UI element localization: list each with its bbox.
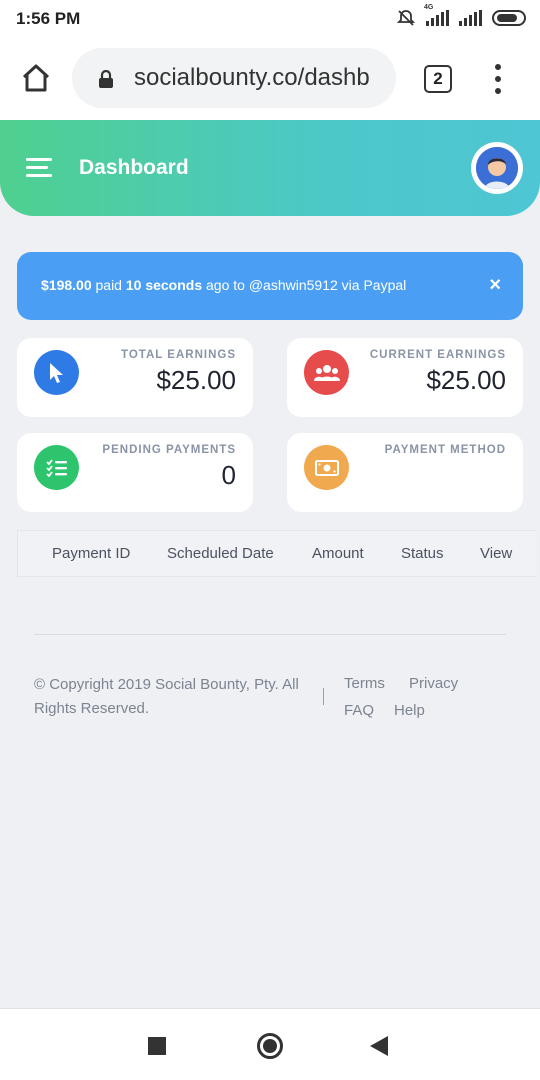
signal-icon: 4G: [424, 4, 449, 26]
checklist-icon: [34, 445, 79, 490]
alert-recipient-text: ago to @ashwin5912 via Paypal: [202, 277, 407, 293]
current-earnings-card: CURRENT EARNINGS $25.00: [287, 338, 523, 417]
copyright-text: © Copyright 2019 Social Bounty, Pty. All…: [34, 676, 299, 717]
status-icons: 4G: [396, 4, 526, 28]
app-header: Dashboard: [0, 120, 540, 216]
home-nav-icon[interactable]: [257, 1033, 283, 1059]
footer-separator: [323, 688, 324, 705]
money-icon: [304, 445, 349, 490]
payment-alert: $198.00 paid 10 seconds ago to @ashwin59…: [17, 252, 523, 320]
browser-menu-icon[interactable]: [492, 64, 504, 94]
signal-icon-2: [459, 10, 482, 26]
total-earnings-card: TOTAL EARNINGS $25.00: [17, 338, 253, 417]
network-type: 4G: [424, 4, 434, 11]
close-icon[interactable]: ×: [489, 274, 501, 297]
pending-payments-label: PENDING PAYMENTS: [102, 444, 236, 456]
footer-link-privacy[interactable]: Privacy: [409, 675, 458, 692]
recents-icon[interactable]: [148, 1037, 166, 1055]
page-title: Dashboard: [79, 156, 189, 179]
notifications-muted-icon: [396, 10, 416, 26]
column-header-status[interactable]: Status: [401, 545, 444, 562]
status-bar: 1:56 PM 4G: [0, 0, 540, 36]
user-avatar-icon: [476, 147, 518, 189]
column-header-payment-id[interactable]: Payment ID: [52, 545, 130, 562]
alert-paid-text: paid: [91, 277, 126, 293]
column-header-scheduled-date[interactable]: Scheduled Date: [167, 545, 274, 562]
alert-message: $198.00 paid 10 seconds ago to @ashwin59…: [41, 277, 406, 293]
total-earnings-value: $25.00: [156, 365, 236, 395]
payment-method-card: PAYMENT METHOD: [287, 433, 523, 512]
url-bar[interactable]: socialbounty.co/dashb: [72, 48, 396, 108]
pending-payments-value: 0: [221, 460, 236, 490]
back-icon[interactable]: [370, 1036, 388, 1056]
payment-method-label: PAYMENT METHOD: [384, 444, 506, 456]
system-navigation-bar: [0, 1008, 540, 1080]
current-earnings-value: $25.00: [426, 365, 506, 395]
column-header-amount[interactable]: Amount: [312, 545, 364, 562]
footer-link-terms[interactable]: Terms: [344, 675, 385, 692]
footer-link-faq[interactable]: FAQ: [344, 702, 374, 719]
battery-icon: [492, 10, 526, 26]
alert-elapsed: 10 seconds: [125, 277, 203, 293]
footer-link-help[interactable]: Help: [394, 702, 425, 719]
lock-icon: [99, 70, 113, 88]
browser-toolbar: socialbounty.co/dashb 2: [0, 36, 540, 120]
column-header-view[interactable]: View: [480, 545, 512, 562]
current-earnings-label: CURRENT EARNINGS: [369, 349, 506, 361]
avatar[interactable]: [471, 142, 523, 194]
pending-payments-card: PENDING PAYMENTS 0: [17, 433, 253, 512]
status-time: 1:56 PM: [16, 9, 81, 28]
menu-icon[interactable]: [26, 158, 52, 178]
users-icon: [304, 350, 349, 395]
total-earnings-label: TOTAL EARNINGS: [121, 349, 236, 361]
url-text[interactable]: socialbounty.co/dashb: [134, 64, 370, 92]
cursor-icon: [34, 350, 79, 395]
home-icon[interactable]: [20, 62, 52, 94]
alert-amount: $198.00: [41, 277, 92, 293]
payments-table-header: Payment ID Scheduled Date Amount Status …: [17, 530, 537, 577]
tab-switcher-button[interactable]: 2: [424, 65, 452, 93]
footer-divider: [34, 634, 506, 635]
